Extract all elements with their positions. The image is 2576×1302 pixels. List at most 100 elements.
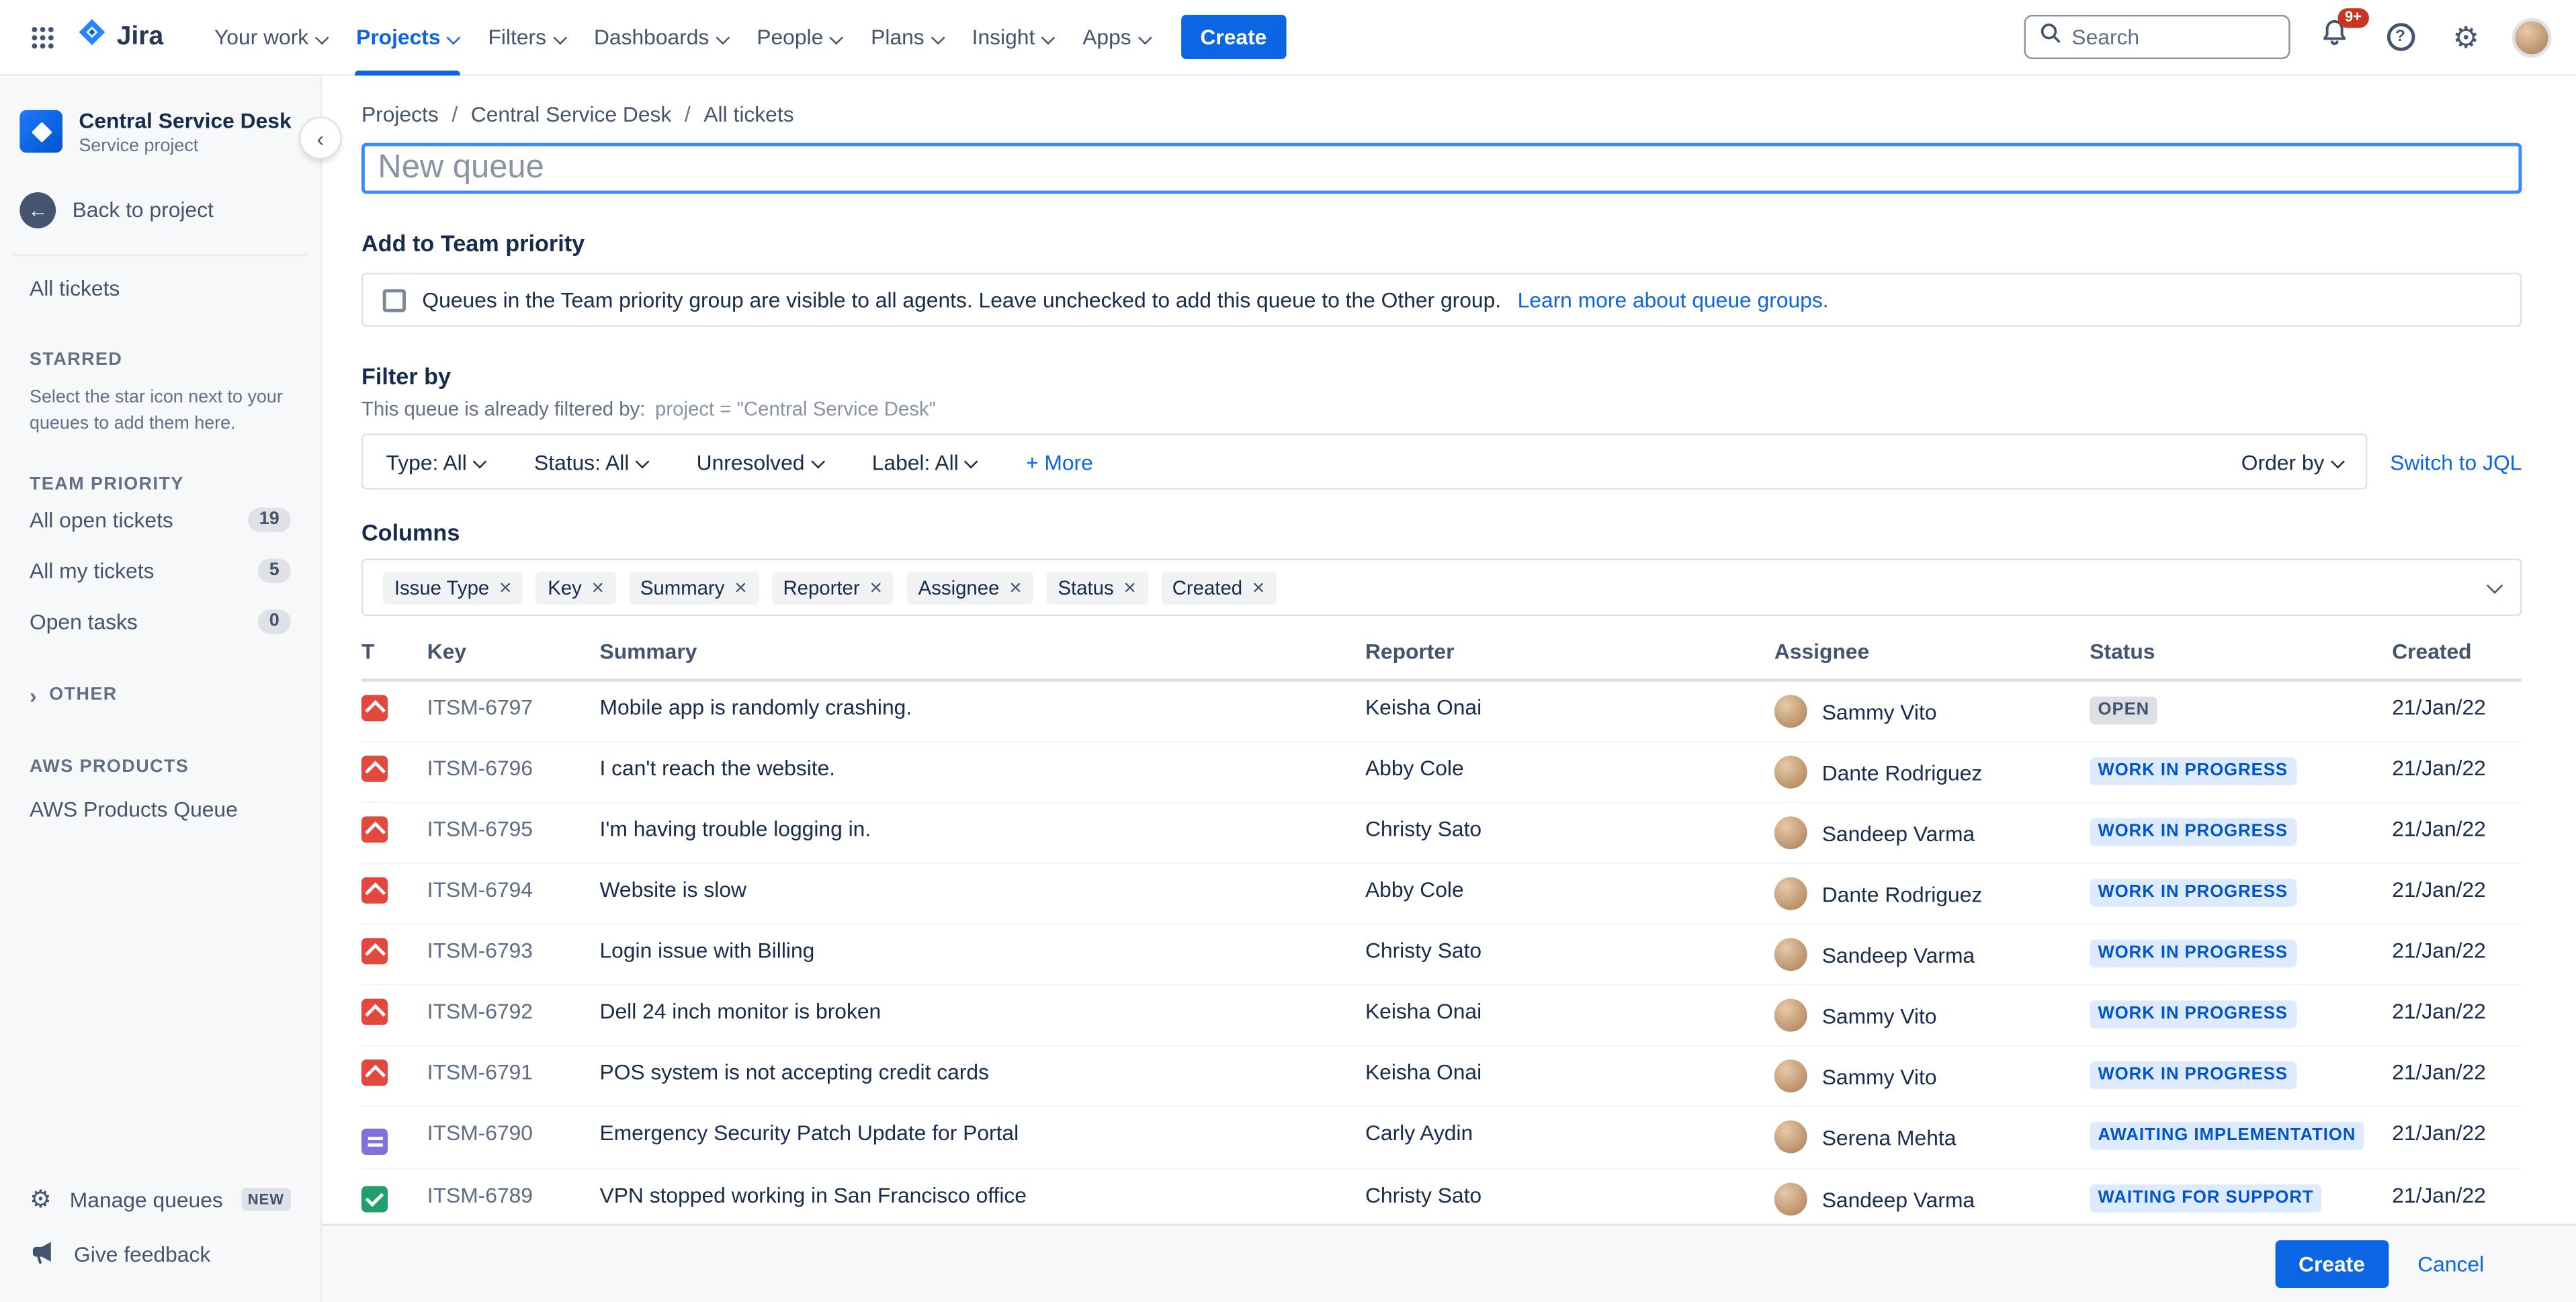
table-row[interactable]: ITSM-6796 I can't reach the website. Abb… — [361, 742, 2522, 804]
table-row[interactable]: ITSM-6795 I'm having trouble logging in.… — [361, 804, 2522, 865]
profile-button[interactable] — [2510, 15, 2553, 58]
nav-apps[interactable]: Apps — [1068, 0, 1164, 75]
table-row[interactable]: ITSM-6791 POS system is not accepting cr… — [361, 1047, 2522, 1108]
col-header-status[interactable]: Status — [2090, 639, 2392, 664]
issue-key[interactable]: ITSM-6792 — [427, 999, 600, 1024]
team-priority-text: Queues in the Team priority group are vi… — [422, 287, 1502, 312]
remove-column-icon[interactable]: × — [734, 576, 747, 598]
search-input[interactable] — [2071, 24, 2276, 50]
help-button[interactable]: ? — [2379, 15, 2422, 58]
table-row[interactable]: ITSM-6789 VPN stopped working in San Fra… — [361, 1170, 2522, 1223]
issue-key[interactable]: ITSM-6789 — [427, 1183, 600, 1208]
issue-summary[interactable]: I can't reach the website. — [599, 756, 1365, 783]
table-row[interactable]: ITSM-6790 Emergency Security Patch Updat… — [361, 1107, 2522, 1170]
remove-column-icon[interactable]: × — [1123, 576, 1136, 598]
remove-column-icon[interactable]: × — [499, 576, 512, 598]
nav-insight[interactable]: Insight — [957, 0, 1068, 75]
remove-column-icon[interactable]: × — [1252, 576, 1265, 598]
issue-summary[interactable]: Login issue with Billing — [599, 938, 1365, 965]
back-to-project[interactable]: ← Back to project — [19, 191, 300, 228]
remove-column-icon[interactable]: × — [869, 576, 882, 598]
team-priority-heading: Add to Team priority — [361, 230, 585, 257]
breadcrumb: Projects / Central Service Desk / All ti… — [361, 101, 794, 127]
sidebar-collapse-button[interactable]: ‹ — [300, 118, 341, 158]
breadcrumb-project[interactable]: Central Service Desk — [471, 102, 672, 127]
issue-reporter: Christy Sato — [1365, 938, 1482, 963]
chevron-down-icon[interactable] — [2481, 572, 2503, 602]
col-header-created[interactable]: Created — [2392, 639, 2522, 664]
queue-groups-link[interactable]: Learn more about queue groups. — [1518, 288, 1829, 312]
remove-column-icon[interactable]: × — [592, 576, 605, 598]
issue-summary[interactable]: Dell 24 inch monitor is broken — [599, 999, 1365, 1027]
issue-summary[interactable]: Mobile app is randomly crashing. — [599, 695, 1365, 722]
manage-queues-button[interactable]: ⚙ Manage queues NEW — [19, 1174, 300, 1225]
breadcrumb-projects[interactable]: Projects — [361, 102, 439, 127]
sidebar-item-all-tickets[interactable]: All tickets — [19, 262, 300, 313]
nav-filters[interactable]: Filters — [473, 0, 578, 75]
create-queue-button[interactable]: Create — [2275, 1240, 2389, 1288]
chevron-down-icon — [930, 30, 945, 44]
filter-status-dropdown[interactable]: Status: All — [534, 449, 650, 474]
more-filters-button[interactable]: + More — [1026, 449, 1093, 474]
global-search[interactable] — [2024, 15, 2290, 60]
chevron-down-icon — [552, 30, 566, 44]
issue-summary[interactable]: Emergency Security Patch Update for Port… — [599, 1121, 1365, 1148]
other-section-toggle[interactable]: › OTHER — [30, 683, 118, 707]
global-create-button[interactable]: Create — [1180, 15, 1287, 60]
column-chip-issue-type: Issue Type × — [382, 570, 523, 604]
order-by-dropdown[interactable]: Order by — [2241, 449, 2345, 474]
notifications-button[interactable]: 9+ — [2313, 7, 2369, 58]
columns-select[interactable]: Issue Type × Key × Summary × Reporter × Assi… — [361, 558, 2522, 616]
chevron-down-icon — [1041, 30, 1056, 44]
new-badge: NEW — [241, 1188, 291, 1211]
issue-summary[interactable]: Website is slow — [599, 877, 1365, 905]
topnav-right: 9+ ? ⚙ — [2024, 7, 2553, 60]
issue-key[interactable]: ITSM-6791 — [427, 1059, 600, 1084]
col-header-reporter[interactable]: Reporter — [1365, 639, 1774, 664]
switch-to-jql-link[interactable]: Switch to JQL — [2390, 449, 2522, 474]
issue-key[interactable]: ITSM-6795 — [427, 816, 600, 841]
status-badge: WORK IN PROGRESS — [2090, 999, 2296, 1028]
jira-logo[interactable]: Jira — [75, 16, 163, 57]
incident-icon — [361, 755, 388, 782]
sidebar-item-aws-products-queue[interactable]: AWS Products Queue — [19, 783, 300, 834]
sidebar-item-all-open-tickets[interactable]: All open tickets 19 — [19, 494, 300, 545]
issue-summary[interactable]: VPN stopped working in San Francisco off… — [599, 1183, 1365, 1211]
sidebar-item-all-my-tickets[interactable]: All my tickets 5 — [19, 545, 300, 596]
table-row[interactable]: ITSM-6793 Login issue with Billing Chris… — [361, 925, 2522, 986]
give-feedback-button[interactable]: Give feedback — [19, 1225, 300, 1283]
nav-dashboards[interactable]: Dashboards — [579, 0, 742, 75]
table-row[interactable]: ITSM-6794 Website is slow Abby Cole Dant… — [361, 864, 2522, 925]
remove-column-icon[interactable]: × — [1009, 576, 1022, 598]
col-header-key[interactable]: Key — [427, 639, 600, 664]
nav-projects[interactable]: Projects — [341, 0, 473, 75]
issue-key[interactable]: ITSM-6797 — [427, 695, 600, 720]
incident-icon — [361, 938, 388, 965]
filter-resolution-dropdown[interactable]: Unresolved — [697, 449, 825, 474]
issue-key[interactable]: ITSM-6793 — [427, 938, 600, 963]
nav-plans[interactable]: Plans — [856, 0, 957, 75]
settings-button[interactable]: ⚙ — [2444, 15, 2487, 58]
filter-type-dropdown[interactable]: Type: All — [386, 449, 487, 474]
breadcrumb-all-tickets[interactable]: All tickets — [703, 102, 793, 127]
col-header-summary[interactable]: Summary — [599, 639, 1365, 664]
table-row[interactable]: ITSM-6797 Mobile app is randomly crashin… — [361, 682, 2522, 743]
nav-people[interactable]: People — [742, 0, 856, 75]
issue-key[interactable]: ITSM-6796 — [427, 756, 600, 781]
nav-your-work[interactable]: Your work — [200, 0, 341, 75]
filter-label-dropdown[interactable]: Label: All — [872, 449, 979, 474]
sidebar-item-open-tasks[interactable]: Open tasks 0 — [19, 596, 300, 647]
team-priority-checkbox[interactable] — [382, 288, 406, 312]
app-switcher-icon[interactable] — [23, 17, 62, 57]
sidebar-divider — [13, 254, 308, 256]
queue-name-input[interactable] — [361, 142, 2522, 194]
cancel-button[interactable]: Cancel — [2417, 1251, 2484, 1276]
issue-summary[interactable]: POS system is not accepting credit cards — [599, 1059, 1365, 1087]
user-avatar — [2511, 17, 2552, 57]
issue-key[interactable]: ITSM-6794 — [427, 877, 600, 902]
issue-summary[interactable]: I'm having trouble logging in. — [599, 816, 1365, 844]
table-row[interactable]: ITSM-6792 Dell 24 inch monitor is broken… — [361, 986, 2522, 1047]
issue-key[interactable]: ITSM-6790 — [427, 1121, 600, 1145]
col-header-assignee[interactable]: Assignee — [1774, 639, 2090, 664]
col-header-type[interactable]: T — [361, 639, 427, 664]
